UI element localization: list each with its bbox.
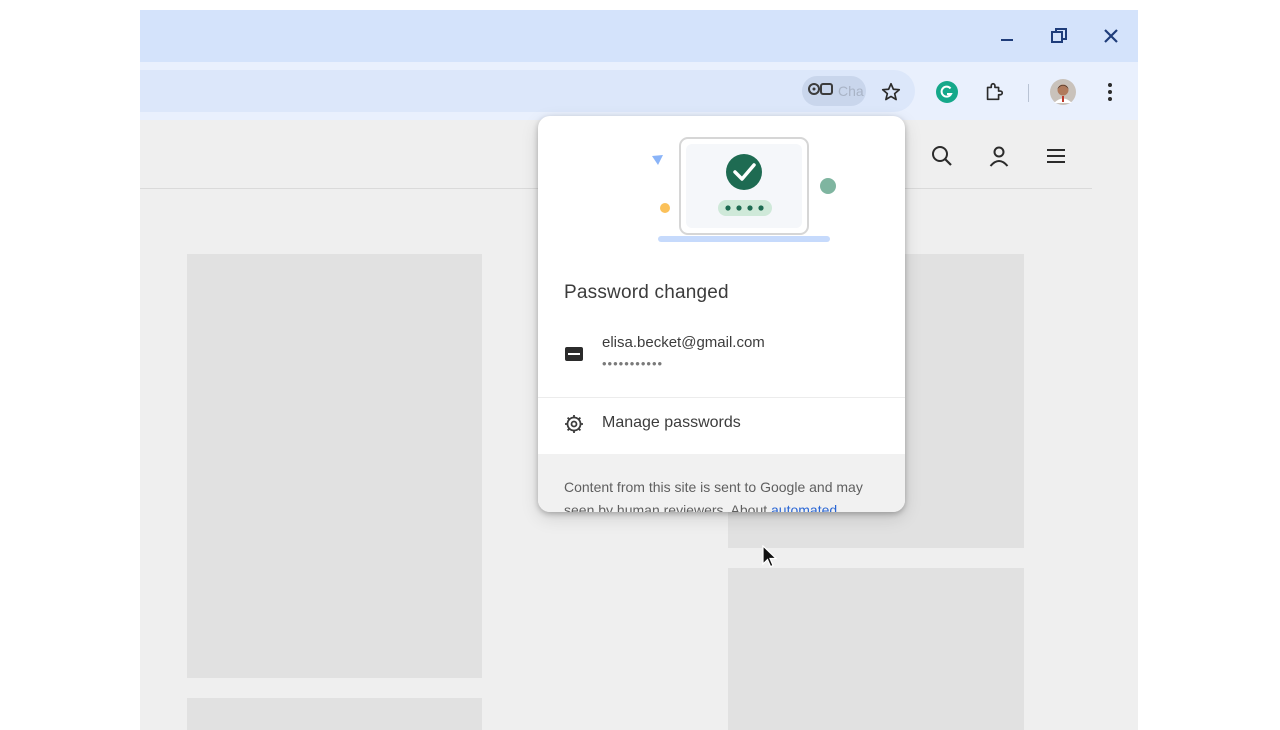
- credential-password-mask: •••••••••••: [602, 356, 664, 371]
- restore-icon[interactable]: [1044, 22, 1074, 50]
- more-menu-icon[interactable]: [1097, 79, 1123, 105]
- footer-notice-line1: Content from this site is sent to Google…: [564, 479, 863, 495]
- browser-toolbar: Cha: [140, 62, 1138, 120]
- password-changed-popup: Password changed elisa.becket@gmail.com …: [538, 116, 905, 512]
- key-icon: [808, 81, 834, 102]
- bookmark-star-icon[interactable]: [878, 79, 904, 105]
- grammarly-extension-icon[interactable]: [934, 79, 960, 105]
- search-icon[interactable]: [928, 142, 956, 170]
- toolbar-divider: [1028, 84, 1029, 102]
- key-settings-icon: [564, 414, 584, 439]
- content-card-placeholder: [728, 568, 1024, 730]
- mouse-cursor-icon: [762, 544, 778, 574]
- password-success-illustration: [638, 134, 848, 246]
- popup-title: Password changed: [564, 282, 729, 303]
- footer-notice: Content from this site is sent to Google…: [564, 476, 905, 512]
- manage-passwords-label: Manage passwords: [602, 414, 741, 431]
- footer-notice-line2: seen by human reviewers. About: [564, 502, 768, 512]
- minimize-icon[interactable]: [992, 22, 1022, 50]
- credential-row[interactable]: elisa.becket@gmail.com •••••••••••: [538, 322, 905, 386]
- profile-avatar[interactable]: [1050, 79, 1076, 105]
- account-icon[interactable]: [985, 142, 1013, 170]
- password-chip-label: Cha: [838, 83, 864, 99]
- extensions-puzzle-icon[interactable]: [981, 79, 1007, 105]
- address-bar[interactable]: [140, 70, 915, 112]
- footer-link-automated[interactable]: automated: [771, 502, 837, 512]
- menu-icon[interactable]: [1042, 142, 1070, 170]
- manage-passwords-button[interactable]: Manage passwords: [538, 398, 905, 452]
- credential-email: elisa.becket@gmail.com: [602, 334, 765, 351]
- password-manager-chip[interactable]: Cha: [802, 76, 866, 106]
- title-bar: [140, 10, 1138, 62]
- credential-card-icon: [564, 344, 584, 369]
- close-icon[interactable]: [1096, 22, 1126, 50]
- content-card-placeholder: [187, 698, 482, 730]
- content-card-placeholder: [187, 254, 482, 678]
- popup-footer: Content from this site is sent to Google…: [538, 454, 905, 512]
